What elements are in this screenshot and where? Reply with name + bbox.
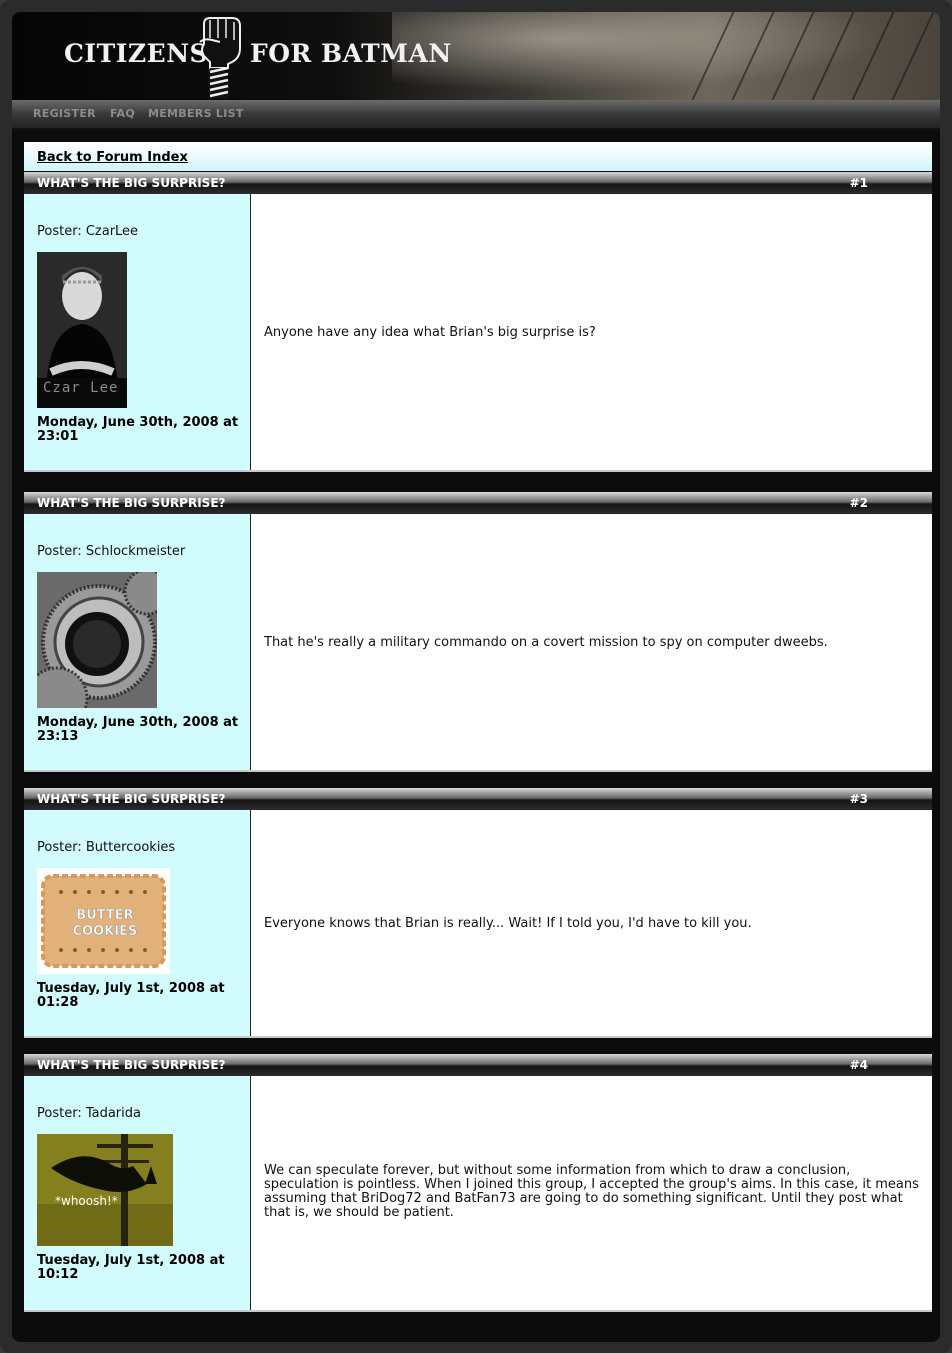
post-sidebar: Poster: Tadarida *whoosh!* Tuesday, July… [24,1076,251,1310]
raised-fist-icon [199,17,241,98]
post-title: WHAT'S THE BIG SURPRISE? [37,176,226,190]
post-date: Tuesday, July 1st, 2008 at 01:28 [37,981,225,1010]
avatar-image [37,572,157,708]
site-banner: CITIZENS FOR BATMAN [12,12,940,100]
post-body: Poster: Schlockmeister Monday, June 30th… [24,514,932,772]
post-message: Everyone knows that Brian is really... W… [264,916,752,931]
post-body: Poster: CzarLee Czar Lee Monday, June 30… [24,194,932,472]
post-date: Monday, June 30th, 2008 at 23:13 [37,715,239,744]
post-sidebar: Poster: CzarLee Czar Lee Monday, June 30… [24,194,251,470]
post-sidebar: Poster: Buttercookies BUTTER COOKIES Tue… [24,810,251,1036]
post-header: WHAT'S THE BIG SURPRISE? #3 [24,788,932,810]
nav-members-list-link[interactable]: MEMBERS LIST [148,107,244,120]
post-body: Poster: Tadarida *whoosh!* Tuesday, July… [24,1076,932,1312]
user-avatar: *whoosh!* [37,1134,173,1246]
site-logo-text-right[interactable]: FOR BATMAN [250,39,452,68]
post-number[interactable]: #1 [850,176,868,190]
post-title: WHAT'S THE BIG SURPRISE? [37,1058,226,1072]
post-header: WHAT'S THE BIG SURPRISE? #2 [24,492,932,514]
nav-register-link[interactable]: REGISTER [33,107,96,120]
post-number[interactable]: #3 [850,792,868,806]
post-message: We can speculate forever, but without so… [264,1163,919,1220]
page-frame: CITIZENS FOR BATMAN REGISTER FAQ MEMBERS… [0,0,952,1353]
site-logo-text-left[interactable]: CITIZENS [64,39,208,68]
back-bar: Back to Forum Index [24,142,932,171]
post-number[interactable]: #2 [850,496,868,510]
avatar-image [37,1134,173,1246]
back-to-forum-index-link[interactable]: Back to Forum Index [37,150,188,165]
post-header: WHAT'S THE BIG SURPRISE? #1 [24,172,932,194]
poster-name: Poster: Buttercookies [37,840,176,855]
post-title: WHAT'S THE BIG SURPRISE? [37,496,226,510]
nav-faq-link[interactable]: FAQ [110,107,135,120]
user-avatar: Czar Lee [37,252,127,408]
poster-name: Poster: Tadarida [37,1106,141,1121]
post-header: WHAT'S THE BIG SURPRISE? #4 [24,1054,932,1076]
nav-bar: REGISTER FAQ MEMBERS LIST [12,100,940,130]
post-title: WHAT'S THE BIG SURPRISE? [37,792,226,806]
post-date: Tuesday, July 1st, 2008 at 10:12 [37,1253,225,1282]
post-message: That he's really a military commando on … [264,635,828,650]
site-container: CITIZENS FOR BATMAN REGISTER FAQ MEMBERS… [12,12,940,1342]
poster-name: Poster: Schlockmeister [37,544,186,559]
post-body: Poster: Buttercookies BUTTER COOKIES Tue… [24,810,932,1038]
user-avatar: BUTTER COOKIES [37,868,170,974]
post-date: Monday, June 30th, 2008 at 23:01 [37,415,239,444]
avatar-caption: *whoosh!* [55,1194,118,1208]
avatar-caption: Czar Lee [43,380,119,396]
poster-name: Poster: CzarLee [37,224,139,239]
post-number[interactable]: #4 [850,1058,868,1072]
user-avatar [37,572,157,708]
post-message: Anyone have any idea what Brian's big su… [264,325,596,340]
avatar-caption: BUTTER COOKIES [72,908,138,940]
post-sidebar: Poster: Schlockmeister Monday, June 30th… [24,514,251,770]
